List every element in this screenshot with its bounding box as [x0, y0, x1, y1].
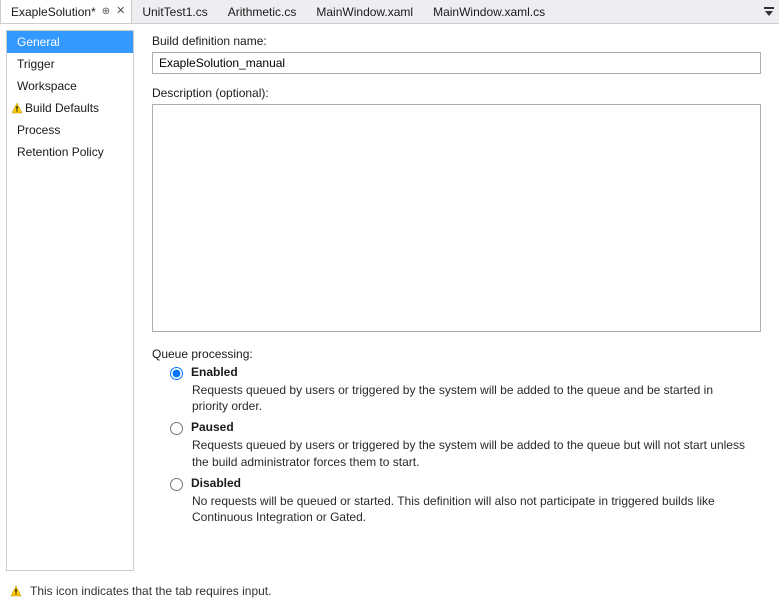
tab-label: ExapleSolution*	[11, 5, 96, 19]
sidebar-item-label: Retention Policy	[17, 145, 104, 159]
sidebar-item-label: Process	[17, 123, 60, 137]
document-tabs-bar: ExapleSolution* ⊕ ✕ UnitTest1.cs Arithme…	[0, 0, 779, 24]
tab-mainwindow-xaml[interactable]: MainWindow.xaml	[306, 0, 423, 23]
queue-option-title: Paused	[191, 420, 234, 434]
sidebar-item-retention-policy[interactable]: Retention Policy	[7, 141, 133, 163]
warning-icon	[11, 102, 23, 114]
sidebar-item-general[interactable]: General	[7, 31, 133, 53]
tab-label: MainWindow.xaml.cs	[433, 5, 545, 19]
tab-overflow-button[interactable]	[759, 0, 779, 23]
queue-option-desc: No requests will be queued or started. T…	[192, 493, 752, 525]
sidebar-item-label: Build Defaults	[25, 101, 99, 115]
queue-processing-label: Queue processing:	[152, 347, 761, 361]
sidebar: General Trigger Workspace Build Defaults…	[6, 30, 134, 571]
sidebar-item-label: Trigger	[17, 57, 55, 71]
queue-option-paused[interactable]: Paused	[170, 420, 761, 435]
queue-radio-enabled[interactable]	[170, 367, 183, 380]
tab-label: MainWindow.xaml	[316, 5, 413, 19]
queue-radio-paused[interactable]	[170, 422, 183, 435]
description-label: Description (optional):	[152, 86, 761, 100]
pin-icon[interactable]: ⊕	[102, 7, 110, 17]
body-area: General Trigger Workspace Build Defaults…	[0, 24, 779, 577]
sidebar-item-label: General	[17, 35, 60, 49]
tab-label: Arithmetic.cs	[228, 5, 297, 19]
sidebar-item-build-defaults[interactable]: Build Defaults	[7, 97, 133, 119]
name-label: Build definition name:	[152, 34, 761, 48]
queue-option-title: Disabled	[191, 476, 241, 490]
queue-option-disabled[interactable]: Disabled	[170, 476, 761, 491]
tab-label: UnitTest1.cs	[142, 5, 207, 19]
footer-text: This icon indicates that the tab require…	[30, 584, 271, 598]
tab-arithmetic[interactable]: Arithmetic.cs	[218, 0, 307, 23]
build-definition-name-input[interactable]	[152, 52, 761, 74]
sidebar-item-trigger[interactable]: Trigger	[7, 53, 133, 75]
content-panel: Build definition name: Description (opti…	[134, 24, 779, 577]
queue-option-desc: Requests queued by users or triggered by…	[192, 382, 752, 414]
close-icon[interactable]: ✕	[116, 6, 125, 17]
tab-mainwindow-xaml-cs[interactable]: MainWindow.xaml.cs	[423, 0, 555, 23]
queue-option-enabled[interactable]: Enabled	[170, 365, 761, 380]
sidebar-item-label: Workspace	[17, 79, 77, 93]
sidebar-item-process[interactable]: Process	[7, 119, 133, 141]
overflow-icon	[764, 7, 774, 17]
queue-option-title: Enabled	[191, 365, 238, 379]
tab-unittest1[interactable]: UnitTest1.cs	[132, 0, 217, 23]
tab-exaplesolution[interactable]: ExapleSolution* ⊕ ✕	[0, 0, 132, 23]
footer-hint: This icon indicates that the tab require…	[0, 577, 779, 605]
warning-icon	[10, 585, 22, 597]
description-textarea[interactable]	[152, 104, 761, 332]
sidebar-item-workspace[interactable]: Workspace	[7, 75, 133, 97]
queue-option-desc: Requests queued by users or triggered by…	[192, 437, 752, 469]
queue-radio-disabled[interactable]	[170, 478, 183, 491]
